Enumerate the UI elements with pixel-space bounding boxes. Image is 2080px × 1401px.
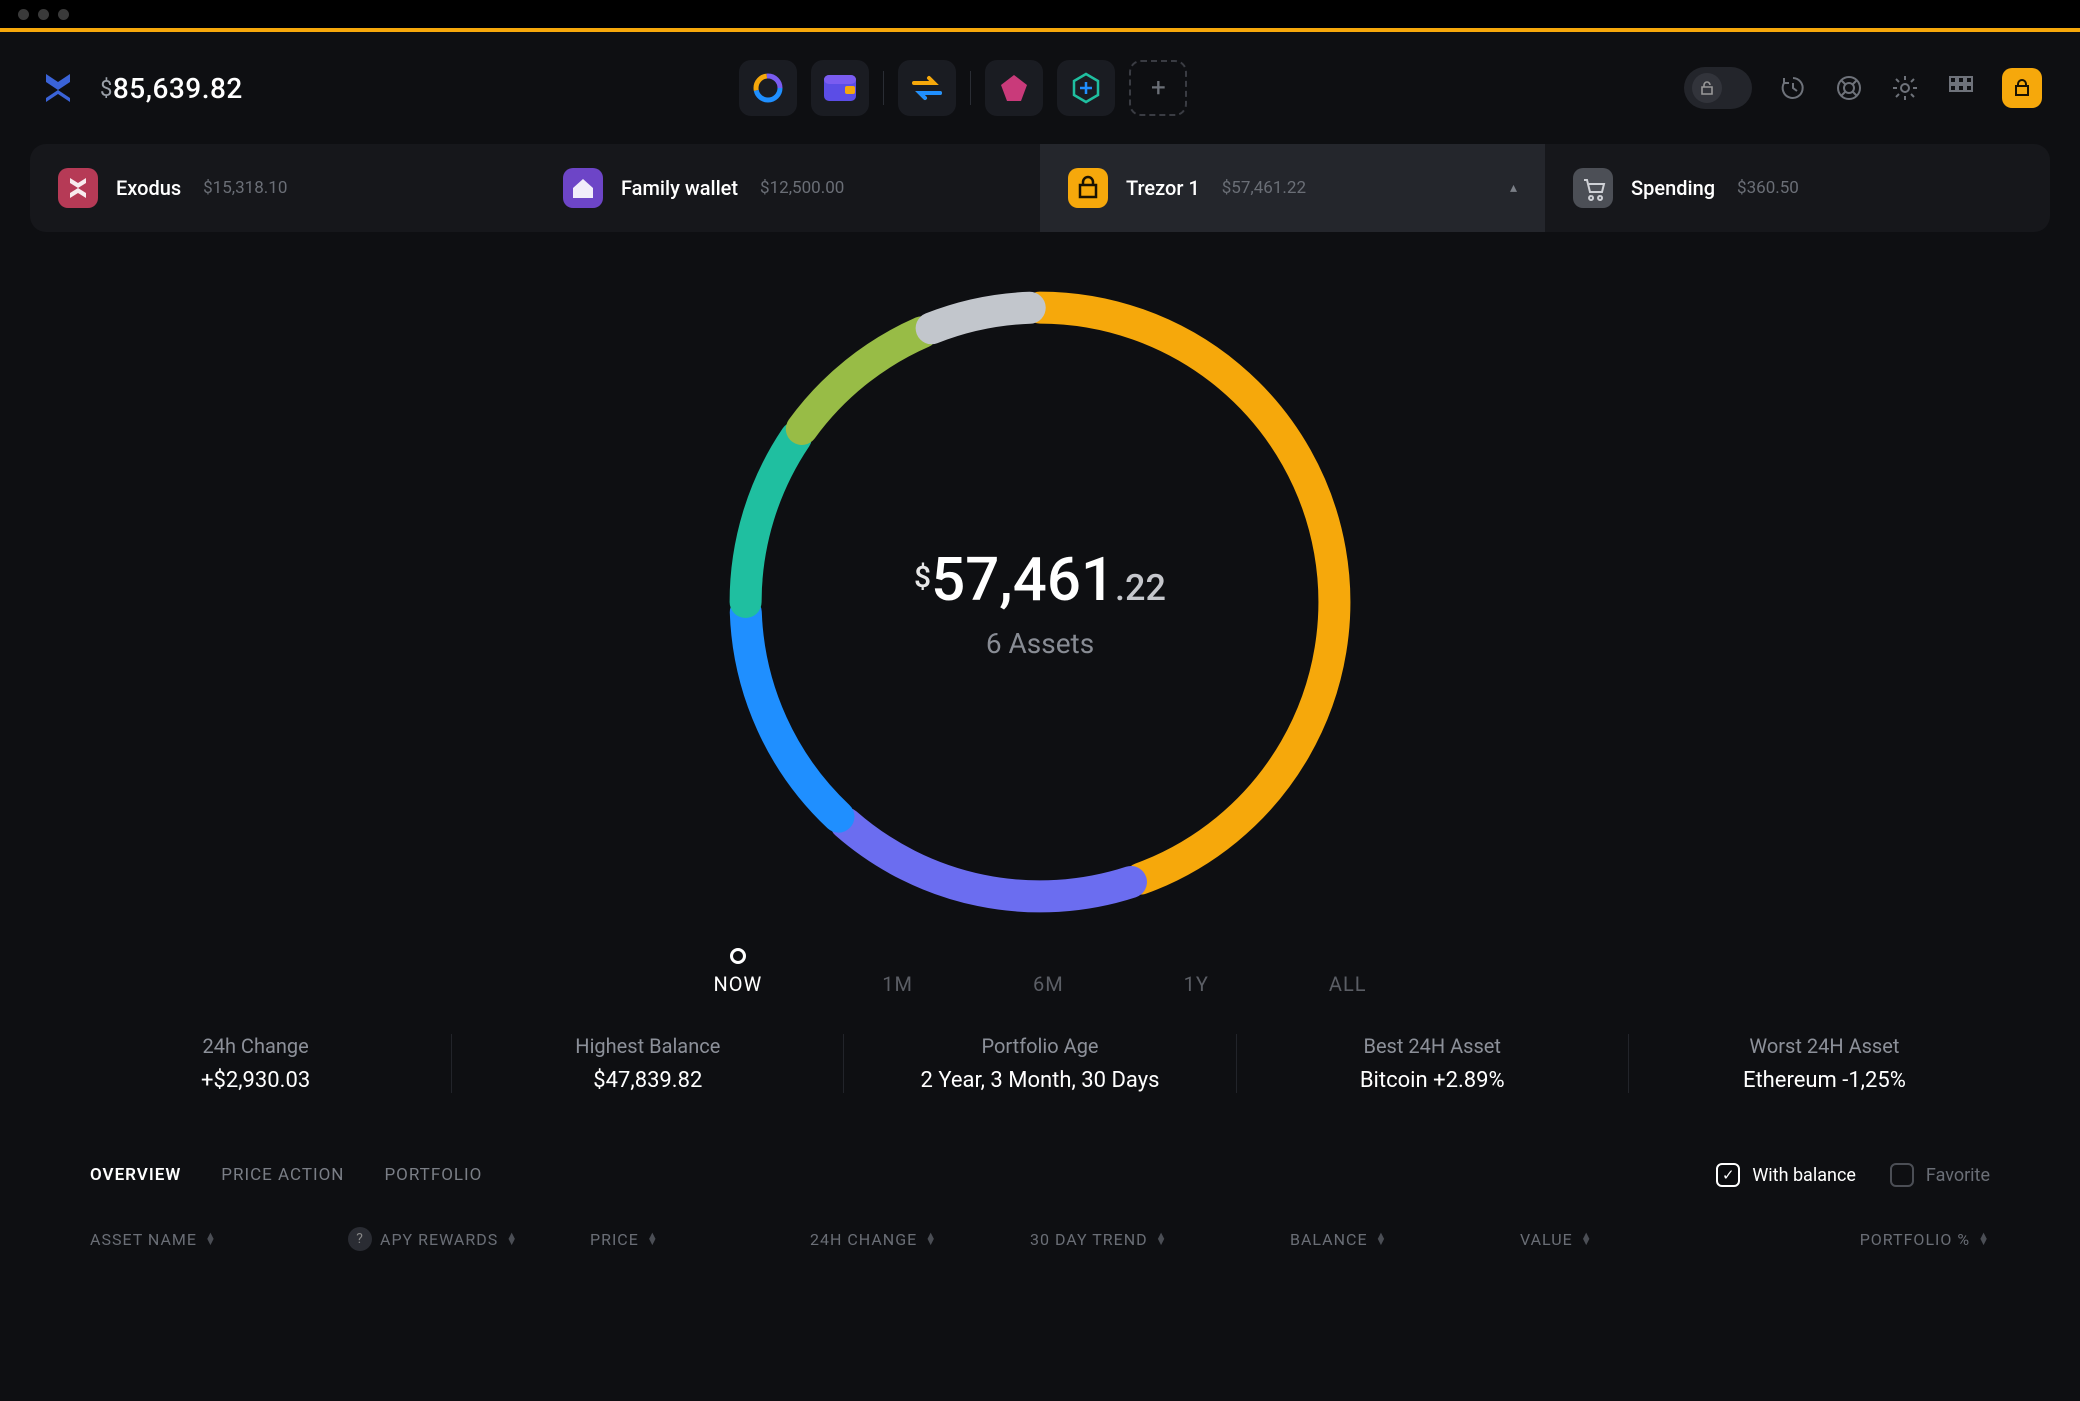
timeframe-all[interactable]: ALL <box>1329 948 1367 996</box>
column-apy-rewards[interactable]: ?APY REWARDS▲▼ <box>340 1227 590 1251</box>
lock-icon <box>2012 78 2032 98</box>
stat-portfolio-age: Portfolio Age2 Year, 3 Month, 30 Days <box>843 1034 1235 1093</box>
lock-toggle[interactable] <box>1684 67 1752 109</box>
window-traffic-lights <box>0 0 2080 28</box>
sort-icon: ▲▼ <box>205 1233 217 1245</box>
tab-overview[interactable]: OVERVIEW <box>90 1165 181 1185</box>
wallet-name: Trezor 1 <box>1126 176 1200 200</box>
lock-icon <box>1068 168 1108 208</box>
wallet-balance: $360.50 <box>1737 178 1799 198</box>
asset-table-header: ASSET NAME▲▼?APY REWARDS▲▼PRICE▲▼24H CHA… <box>0 1187 2080 1251</box>
help-icon[interactable]: ? <box>348 1227 372 1251</box>
active-dot-icon <box>730 948 746 964</box>
checkbox-icon <box>1890 1163 1914 1187</box>
sort-icon: ▲▼ <box>1156 1233 1168 1245</box>
donut-chart-icon <box>751 71 785 105</box>
hex-plus-icon <box>1070 72 1102 104</box>
wallet-tab-trezor-1[interactable]: Trezor 1 $57,461.22 ▴ <box>1040 144 1545 232</box>
sort-icon: ▲▼ <box>925 1233 937 1245</box>
wallet-balance: $57,461.22 <box>1222 178 1306 198</box>
filter-with-balance[interactable]: With balance <box>1716 1163 1856 1187</box>
asset-count: 6 Assets <box>986 627 1094 660</box>
sort-icon: ▲▼ <box>1581 1233 1593 1245</box>
wallet-tab-spending[interactable]: Spending $360.50 <box>1545 144 2050 232</box>
column-24h-change[interactable]: 24H CHANGE▲▼ <box>810 1227 1030 1251</box>
column-30-day-trend[interactable]: 30 DAY TREND▲▼ <box>1030 1227 1290 1251</box>
column-price[interactable]: PRICE▲▼ <box>590 1227 810 1251</box>
tab-price-action[interactable]: PRICE ACTION <box>221 1165 344 1185</box>
gem-icon <box>999 73 1029 103</box>
lifebuoy-icon <box>1836 75 1862 101</box>
wallet-name: Spending <box>1631 176 1715 200</box>
sort-icon: ▲▼ <box>1978 1233 1990 1245</box>
main-nav: + <box>243 60 1684 116</box>
apps-grid-button[interactable] <box>1946 73 1976 103</box>
sort-icon: ▲▼ <box>647 1233 659 1245</box>
selected-wallet-balance: $57,461.22 <box>914 544 1166 615</box>
column-portfolio-[interactable]: PORTFOLIO %▲▼ <box>1860 1227 1990 1251</box>
timeframe-1m[interactable]: 1M <box>882 948 913 996</box>
tab-portfolio[interactable]: PORTFOLIO <box>384 1165 482 1185</box>
nav-wallet-button[interactable] <box>811 60 869 116</box>
total-balance: $85,639.82 <box>100 72 243 105</box>
topbar: $85,639.82 <box>0 32 2080 144</box>
timeframe-now[interactable]: NOW <box>713 948 762 996</box>
unlock-icon <box>1699 80 1715 96</box>
stat-best-24h-asset: Best 24H AssetBitcoin +2.89% <box>1236 1034 1628 1093</box>
cart-icon <box>1573 168 1613 208</box>
wallet-name: Family wallet <box>621 176 738 200</box>
timeframe-selector: NOW 1M 6M 1Y ALL <box>713 948 1366 996</box>
wallet-name: Exodus <box>116 176 181 200</box>
sort-icon: ▲▼ <box>506 1233 518 1245</box>
wallet-icon <box>823 74 857 102</box>
filter-favorite[interactable]: Favorite <box>1890 1163 1990 1187</box>
stat-highest-balance: Highest Balance$47,839.82 <box>451 1034 843 1093</box>
wallet-balance: $15,318.10 <box>203 178 287 198</box>
nav-exchange-button[interactable] <box>898 60 956 116</box>
wallet-tab-exodus[interactable]: Exodus $15,318.10 <box>30 144 535 232</box>
wallet-tabs: Exodus $15,318.10 Family wallet $12,500.… <box>0 144 2080 232</box>
column-asset-name[interactable]: ASSET NAME▲▼ <box>90 1227 340 1251</box>
history-button[interactable] <box>1778 73 1808 103</box>
gear-icon <box>1892 75 1918 101</box>
section-tabs: OVERVIEW PRICE ACTION PORTFOLIO With balan… <box>0 1093 2080 1187</box>
stat-worst-24h-asset: Worst 24H AssetEthereum -1,25% <box>1628 1034 2020 1093</box>
chevron-up-icon: ▴ <box>1510 180 1517 196</box>
nav-apps-button[interactable] <box>1057 60 1115 116</box>
sort-icon: ▲▼ <box>1376 1233 1388 1245</box>
support-button[interactable] <box>1834 73 1864 103</box>
hardware-wallet-badge[interactable] <box>2002 68 2042 108</box>
exodus-logo-icon <box>38 68 78 108</box>
home-icon <box>563 168 603 208</box>
portfolio-donut-chart: $57,461.22 6 Assets <box>720 282 1360 922</box>
wallet-balance: $12,500.00 <box>760 178 844 198</box>
portfolio-stats: 24h Change+$2,930.03Highest Balance$47,8… <box>0 996 2080 1093</box>
nav-add-button[interactable]: + <box>1129 60 1187 116</box>
exodus-icon <box>58 168 98 208</box>
stat-24h-change: 24h Change+$2,930.03 <box>60 1034 451 1093</box>
grid-icon <box>1949 76 1973 100</box>
nav-portfolio-button[interactable] <box>739 60 797 116</box>
column-value[interactable]: VALUE▲▼ <box>1520 1227 1720 1251</box>
history-icon <box>1780 75 1806 101</box>
timeframe-6m[interactable]: 6M <box>1033 948 1064 996</box>
nav-rewards-button[interactable] <box>985 60 1043 116</box>
checkbox-icon <box>1716 1163 1740 1187</box>
timeframe-1y[interactable]: 1Y <box>1184 948 1209 996</box>
swap-arrows-icon <box>910 74 944 102</box>
column-balance[interactable]: BALANCE▲▼ <box>1290 1227 1520 1251</box>
settings-button[interactable] <box>1890 73 1920 103</box>
plus-icon: + <box>1151 73 1166 103</box>
wallet-tab-family-wallet[interactable]: Family wallet $12,500.00 <box>535 144 1040 232</box>
